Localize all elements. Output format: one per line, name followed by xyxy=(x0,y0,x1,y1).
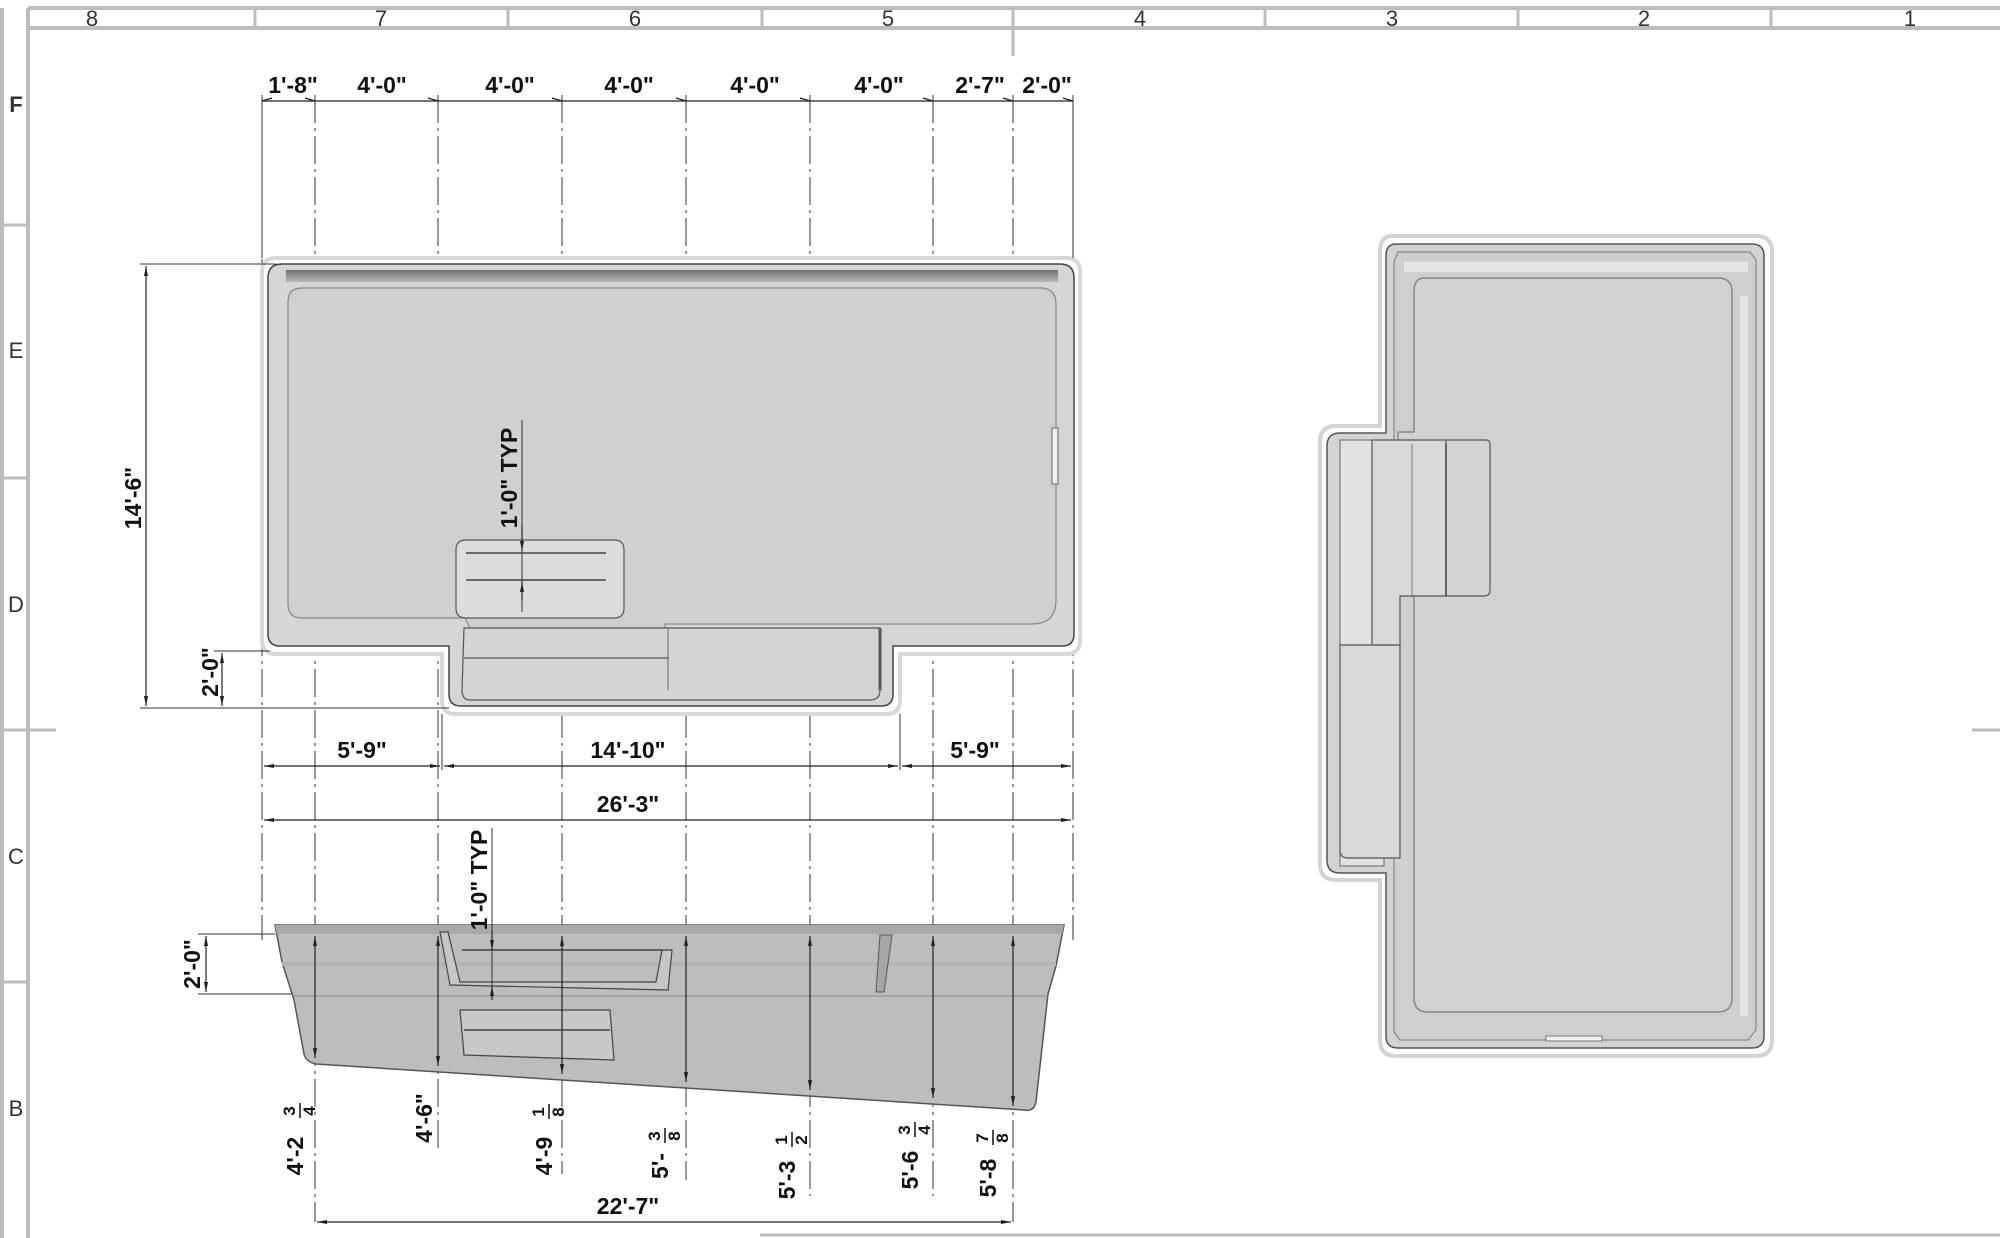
depth-label: 5'-6 3 4 xyxy=(895,1122,934,1189)
plan-bottom-label: 5'-9" xyxy=(950,737,1000,763)
plan-step-depth-label: 2'-0" xyxy=(197,647,223,697)
svg-text:8: 8 xyxy=(549,1107,568,1116)
overall-length-label: 26'-3" xyxy=(597,791,659,817)
depth-label: 5'-3 1 2 xyxy=(772,1132,811,1199)
zone-label: B xyxy=(9,1096,24,1121)
svg-text:3: 3 xyxy=(645,1131,664,1140)
plan-upper-step xyxy=(455,539,625,619)
svg-text:8: 8 xyxy=(665,1131,684,1140)
zone-label: 4 xyxy=(1134,6,1146,31)
plan-dim-label: 4'-0" xyxy=(485,72,535,98)
zone-label: 8 xyxy=(86,6,98,31)
plan-dim-label: 4'-0" xyxy=(730,72,780,98)
three-d-view xyxy=(1318,234,1774,1058)
plan-step-height-label: 1'-0" TYP xyxy=(496,428,522,529)
depth-label: 5'-8 7 8 xyxy=(973,1130,1012,1197)
plan-lower-step xyxy=(461,627,881,701)
plan-bottom-dimensions: 5'-9" 14'-10" 5'-9" 26'-3" xyxy=(264,714,1071,822)
section-view xyxy=(274,924,1065,1112)
svg-text:1: 1 xyxy=(529,1107,548,1116)
plan-bottom-label: 5'-9" xyxy=(337,737,387,763)
plan-dim-label: 1'-8" xyxy=(268,72,318,98)
svg-text:5'-3: 5'-3 xyxy=(774,1161,800,1200)
plan-pool-floor xyxy=(287,287,1057,629)
zone-labels-left: F E D C B xyxy=(8,92,24,1121)
plan-dim-label: 4'-0" xyxy=(854,72,904,98)
section-step-height-label: 1'-0" TYP xyxy=(466,830,492,931)
plan-dim-label: 4'-0" xyxy=(604,72,654,98)
zone-label: D xyxy=(8,592,24,617)
svg-text:5'-8: 5'-8 xyxy=(975,1158,1001,1197)
depth-label: 5'- 3 8 xyxy=(645,1128,684,1179)
plan-light-niche xyxy=(1051,427,1059,485)
svg-text:2: 2 xyxy=(792,1135,811,1144)
zone-label: C xyxy=(8,844,24,869)
zone-label: E xyxy=(9,338,24,363)
svg-text:4'-9: 4'-9 xyxy=(531,1137,557,1176)
floor-length-label: 22'-7" xyxy=(597,1193,659,1219)
svg-text:3: 3 xyxy=(895,1125,914,1134)
svg-text:8: 8 xyxy=(993,1133,1012,1142)
section-floor-length-dimension: 22'-7" xyxy=(317,1193,1011,1224)
zone-label: 6 xyxy=(629,6,641,31)
plan-bottom-label: 14'-10" xyxy=(590,737,665,763)
drawing-sheet: 8 7 6 5 4 3 2 1 F E D C B 1'-8" 4'-0" 4'… xyxy=(0,6,2000,1238)
plan-step-depth-dimension: 2'-0" xyxy=(197,647,270,706)
section-top-depth-dimension: 2'-0" xyxy=(179,933,292,995)
plan-dark-wall xyxy=(286,270,1058,282)
zone-label: 5 xyxy=(882,6,894,31)
plan-dim-label: 2'-0" xyxy=(1022,72,1072,98)
zone-label: 1 xyxy=(1904,6,1916,31)
svg-text:3: 3 xyxy=(280,1106,299,1115)
zone-label: 7 xyxy=(375,6,387,31)
svg-text:5'-6: 5'-6 xyxy=(897,1151,923,1190)
depth-label: 4'-6" xyxy=(411,1093,437,1143)
svg-text:4: 4 xyxy=(300,1106,319,1116)
zone-label: F xyxy=(9,92,22,117)
three-d-pool-floor xyxy=(1397,277,1733,1013)
depth-label: 4'-2 3 4 xyxy=(280,1103,319,1175)
svg-text:5'-: 5'- xyxy=(647,1153,673,1179)
svg-text:4'-6": 4'-6" xyxy=(411,1093,437,1143)
svg-text:4'-2: 4'-2 xyxy=(282,1137,308,1176)
plan-dim-label: 2'-7" xyxy=(955,72,1005,98)
plan-dim-label: 4'-0" xyxy=(357,72,407,98)
plan-top-dimensions: 1'-8" 4'-0" 4'-0" 4'-0" 4'-0" 4'-0" 2'-7… xyxy=(261,72,1074,258)
overall-width-label: 14'-6" xyxy=(120,467,146,529)
svg-text:4: 4 xyxy=(915,1125,934,1135)
section-depth-labels: 4'-2 3 4 4'-6" 4'-9 1 8 5'- 3 8 5'-3 1 2… xyxy=(280,1093,1012,1199)
section-top-depth-label: 2'-0" xyxy=(179,939,205,989)
svg-text:7: 7 xyxy=(973,1133,992,1142)
zone-label: 2 xyxy=(1638,6,1650,31)
plan-view xyxy=(260,256,1082,716)
svg-text:1: 1 xyxy=(772,1135,791,1144)
zone-label: 3 xyxy=(1386,6,1398,31)
